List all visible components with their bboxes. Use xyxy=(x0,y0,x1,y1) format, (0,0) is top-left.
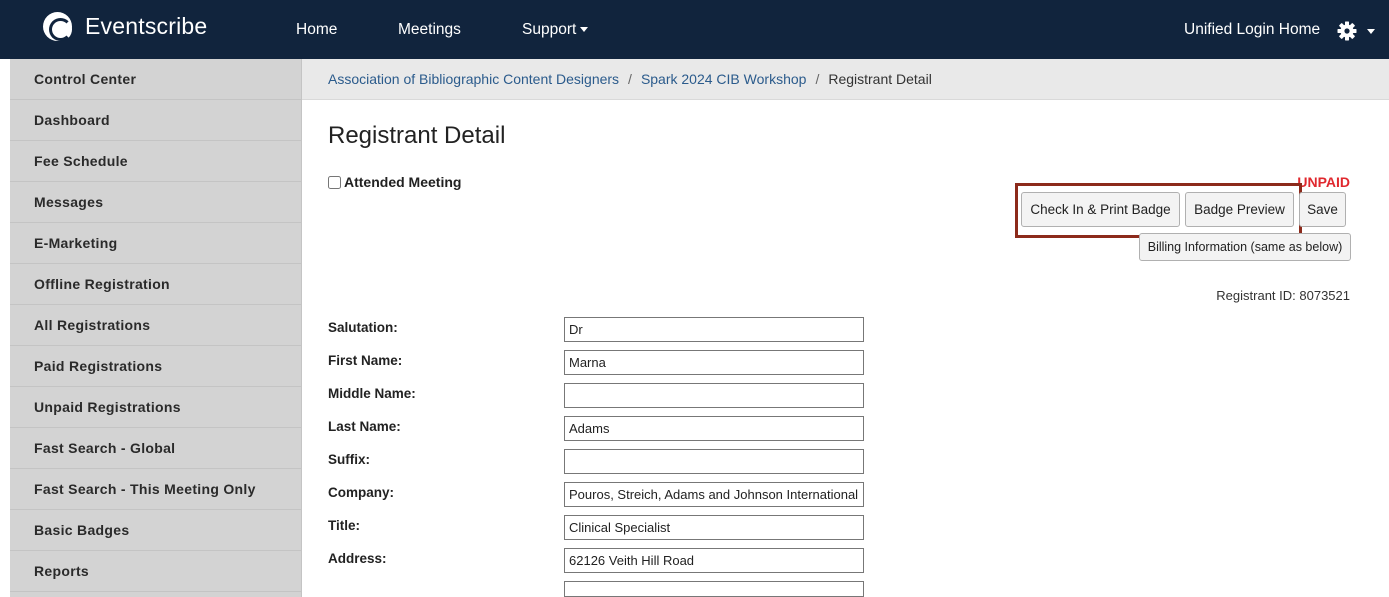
sidebar-item-reports[interactable]: Reports xyxy=(10,551,301,592)
nav-meetings[interactable]: Meetings xyxy=(398,21,461,39)
title-label: Title: xyxy=(328,518,361,533)
address-line-2-field[interactable] xyxy=(564,581,864,597)
sidebar-item-paid-registrations[interactable]: Paid Registrations xyxy=(10,346,301,387)
sidebar-item-dashboard[interactable]: Dashboard xyxy=(10,100,301,141)
breadcrumb-separator: / xyxy=(628,71,632,87)
page-title: Registrant Detail xyxy=(328,122,506,149)
sidebar-item-unpaid-registrations[interactable]: Unpaid Registrations xyxy=(10,387,301,428)
sidebar-item-fast-search-global[interactable]: Fast Search - Global xyxy=(10,428,301,469)
sidebar-item-e-marketing[interactable]: E-Marketing xyxy=(10,223,301,264)
sidebar-item-fee-schedule[interactable]: Fee Schedule xyxy=(10,141,301,182)
save-button[interactable]: Save xyxy=(1299,192,1346,227)
salutation-field[interactable]: Dr xyxy=(564,317,864,342)
company-field[interactable]: Pouros, Streich, Adams and Johnson Inter… xyxy=(564,482,864,507)
nav-support[interactable]: Support xyxy=(522,21,589,39)
breadcrumb-org-link[interactable]: Association of Bibliographic Content Des… xyxy=(328,71,619,87)
nav-support-label: Support xyxy=(522,21,577,38)
chevron-down-icon xyxy=(580,27,589,33)
sidebar-item-messages[interactable]: Messages xyxy=(10,182,301,223)
gear-icon xyxy=(1337,21,1357,41)
sidebar-item-all-registrations[interactable]: All Registrations xyxy=(10,305,301,346)
attended-meeting-checkbox-row: Attended Meeting xyxy=(328,174,461,190)
address-label: Address: xyxy=(328,551,387,566)
breadcrumb-separator: / xyxy=(815,71,820,87)
company-label: Company: xyxy=(328,485,395,500)
badge-preview-button[interactable]: Badge Preview xyxy=(1185,192,1294,227)
registrant-id: Registrant ID: 8073521 xyxy=(1216,288,1350,303)
payment-status-badge: UNPAID xyxy=(1297,174,1350,190)
eventscribe-logo-icon xyxy=(43,11,72,41)
attended-meeting-checkbox[interactable] xyxy=(328,175,341,189)
first-name-label: First Name: xyxy=(328,353,403,368)
address-field[interactable]: 62126 Veith Hill Road xyxy=(564,548,864,573)
settings-menu[interactable] xyxy=(1337,21,1375,41)
first-name-field[interactable]: Marna xyxy=(564,350,864,375)
last-name-label: Last Name: xyxy=(328,419,401,434)
middle-name-field[interactable] xyxy=(564,383,864,408)
title-field[interactable]: Clinical Specialist xyxy=(564,515,864,540)
suffix-field[interactable] xyxy=(564,449,864,474)
top-navbar: Eventscribe Home Meetings Support Unifie… xyxy=(0,0,1389,59)
sidebar-item-offline-registration[interactable]: Offline Registration xyxy=(10,264,301,305)
attended-meeting-label: Attended Meeting xyxy=(344,174,462,190)
brand[interactable]: Eventscribe xyxy=(43,10,207,42)
brand-name: Eventscribe xyxy=(85,12,208,39)
middle-name-label: Middle Name: xyxy=(328,386,416,401)
breadcrumb-meeting-link[interactable]: Spark 2024 CIB Workshop xyxy=(641,71,807,87)
suffix-label: Suffix: xyxy=(328,452,370,467)
sidebar-item-control-center[interactable]: Control Center xyxy=(10,59,301,100)
nav-home[interactable]: Home xyxy=(296,21,337,39)
sidebar-item-fast-search-meeting[interactable]: Fast Search - This Meeting Only xyxy=(10,469,301,510)
sidebar: Control Center Dashboard Fee Schedule Me… xyxy=(10,59,302,597)
nav-unified-login-home[interactable]: Unified Login Home xyxy=(1184,21,1320,39)
breadcrumb-current: Registrant Detail xyxy=(828,71,932,87)
check-in-print-badge-button[interactable]: Check In & Print Badge xyxy=(1021,192,1180,227)
breadcrumb: Association of Bibliographic Content Des… xyxy=(302,59,1389,100)
last-name-field[interactable]: Adams xyxy=(564,416,864,441)
billing-information-button[interactable]: Billing Information (same as below) xyxy=(1139,233,1351,261)
sidebar-item-basic-badges[interactable]: Basic Badges xyxy=(10,510,301,551)
salutation-label: Salutation: xyxy=(328,320,398,335)
chevron-down-icon xyxy=(1367,29,1375,34)
